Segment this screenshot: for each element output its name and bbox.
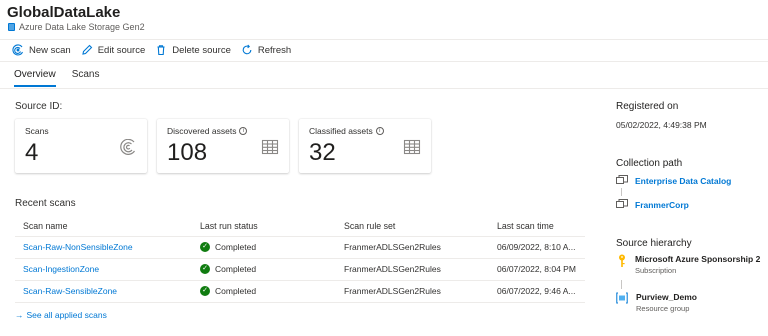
hierarchy-name: Purview_Demo — [636, 292, 697, 302]
see-all-scans-link[interactable]: → See all applied scans — [15, 310, 107, 320]
column-header-scan-name[interactable]: Scan name — [15, 216, 192, 237]
status-cell: ✓ Completed — [192, 280, 336, 303]
scan-name-link[interactable]: Scan-IngestionZone — [15, 258, 192, 281]
card-label: Classified assets — [309, 126, 373, 136]
collection-path-label: Collection path — [616, 158, 683, 169]
collection-path-item: Enterprise Data Catalog — [616, 175, 731, 186]
registered-on-label: Registered on — [616, 101, 679, 112]
refresh-label: Refresh — [257, 44, 292, 56]
collection-link[interactable]: FranmerCorp — [635, 200, 689, 210]
recent-scans-title: Recent scans — [15, 198, 76, 209]
status-cell: ✓ Completed — [192, 236, 336, 259]
tree-connector — [621, 280, 622, 289]
status-text: Completed — [215, 242, 257, 252]
scan-time-cell: 06/09/2022, 8:10 A... — [489, 236, 585, 259]
delete-source-label: Delete source — [172, 44, 231, 56]
table-header-row: Scan name Last run status Scan rule set … — [15, 216, 585, 237]
divider — [0, 39, 768, 40]
card-label-row: Discovered assets i — [167, 126, 248, 136]
check-circle-icon: ✓ — [200, 242, 210, 252]
resource-group-icon — [616, 292, 628, 304]
status-cell: ✓ Completed — [192, 258, 336, 281]
check-circle-icon: ✓ — [200, 264, 210, 274]
collection-icon — [616, 199, 628, 208]
page-title: GlobalDataLake — [7, 4, 121, 21]
scan-time-cell: 06/07/2022, 9:46 A... — [489, 280, 585, 303]
registered-on-value: 05/02/2022, 4:49:38 PM — [616, 120, 707, 130]
command-bar: New scan Edit source Delete source Refre… — [12, 44, 301, 56]
edit-source-button[interactable]: Edit source — [81, 44, 146, 56]
table-icon — [261, 139, 279, 155]
rule-set-cell: FranmerADLSGen2Rules — [336, 236, 489, 259]
card-label: Scans — [25, 126, 49, 136]
status-text: Completed — [215, 286, 257, 296]
rule-set-cell: FranmerADLSGen2Rules — [336, 258, 489, 281]
table-row: Scan-Raw-NonSensibleZone ✓ Completed Fran… — [15, 236, 585, 259]
scan-name-link[interactable]: Scan-Raw-SensibleZone — [15, 280, 192, 303]
scan-time-cell: 06/07/2022, 8:04 PM — [489, 258, 585, 281]
edit-source-label: Edit source — [97, 44, 146, 56]
divider — [0, 61, 768, 62]
card-value: 4 — [25, 139, 39, 166]
card-label-row: Classified assets i — [309, 126, 384, 136]
recent-scans-table: Scan name Last run status Scan rule set … — [15, 216, 585, 303]
discovered-assets-card: Discovered assets i 108 — [157, 119, 289, 173]
card-label: Discovered assets — [167, 126, 237, 136]
collection-icon — [616, 175, 628, 184]
see-all-label: See all applied scans — [26, 310, 107, 320]
scan-icon — [120, 139, 135, 155]
column-header-last-run-status[interactable]: Last run status — [192, 216, 336, 237]
scans-card: Scans 4 — [15, 119, 147, 173]
tree-connector — [621, 188, 622, 196]
delete-source-button[interactable]: Delete source — [155, 44, 231, 56]
info-icon[interactable]: i — [375, 127, 384, 135]
hierarchy-name: Microsoft Azure Sponsorship 2 — [635, 254, 761, 264]
subtitle-text: Azure Data Lake Storage Gen2 — [19, 22, 145, 32]
hierarchy-type: Subscription — [635, 266, 677, 275]
collection-link[interactable]: Enterprise Data Catalog — [635, 176, 731, 186]
refresh-icon — [242, 44, 252, 55]
collection-path-item: FranmerCorp — [616, 199, 689, 210]
tab-list: Overview Scans — [14, 69, 115, 87]
column-header-last-scan-time[interactable]: Last scan time — [489, 216, 585, 237]
hierarchy-item-resource-group: Purview_Demo Resource group — [616, 292, 697, 313]
page-subtitle: Azure Data Lake Storage Gen2 — [8, 22, 145, 32]
new-scan-label: New scan — [29, 44, 71, 56]
tab-scans[interactable]: Scans — [72, 69, 100, 87]
trash-icon — [157, 45, 165, 56]
hierarchy-item-subscription: Microsoft Azure Sponsorship 2 Subscripti… — [617, 254, 760, 275]
source-id-label: Source ID: — [15, 101, 63, 112]
tab-overview[interactable]: Overview — [14, 69, 56, 87]
check-circle-icon: ✓ — [200, 286, 210, 296]
key-icon — [619, 254, 625, 267]
card-value: 32 — [309, 139, 336, 166]
table-row: Scan-IngestionZone ✓ Completed FranmerADL… — [15, 258, 585, 281]
column-header-scan-rule-set[interactable]: Scan rule set — [336, 216, 489, 237]
pencil-icon — [82, 44, 92, 55]
card-value: 108 — [167, 139, 208, 166]
scan-icon — [12, 44, 24, 56]
storage-account-icon — [8, 23, 15, 31]
rule-set-cell: FranmerADLSGen2Rules — [336, 280, 489, 303]
refresh-button[interactable]: Refresh — [241, 44, 291, 56]
scan-name-link[interactable]: Scan-Raw-NonSensibleZone — [15, 236, 192, 259]
info-icon[interactable]: i — [239, 127, 248, 135]
table-row: Scan-Raw-SensibleZone ✓ Completed Franmer… — [15, 280, 585, 303]
table-icon — [403, 139, 421, 155]
new-scan-button[interactable]: New scan — [12, 44, 71, 56]
status-text: Completed — [215, 264, 257, 274]
divider — [0, 88, 768, 89]
hierarchy-type: Resource group — [636, 304, 690, 313]
classified-assets-card: Classified assets i 32 — [299, 119, 431, 173]
source-hierarchy-label: Source hierarchy — [616, 238, 692, 249]
arrow-right-icon: → — [15, 310, 24, 320]
